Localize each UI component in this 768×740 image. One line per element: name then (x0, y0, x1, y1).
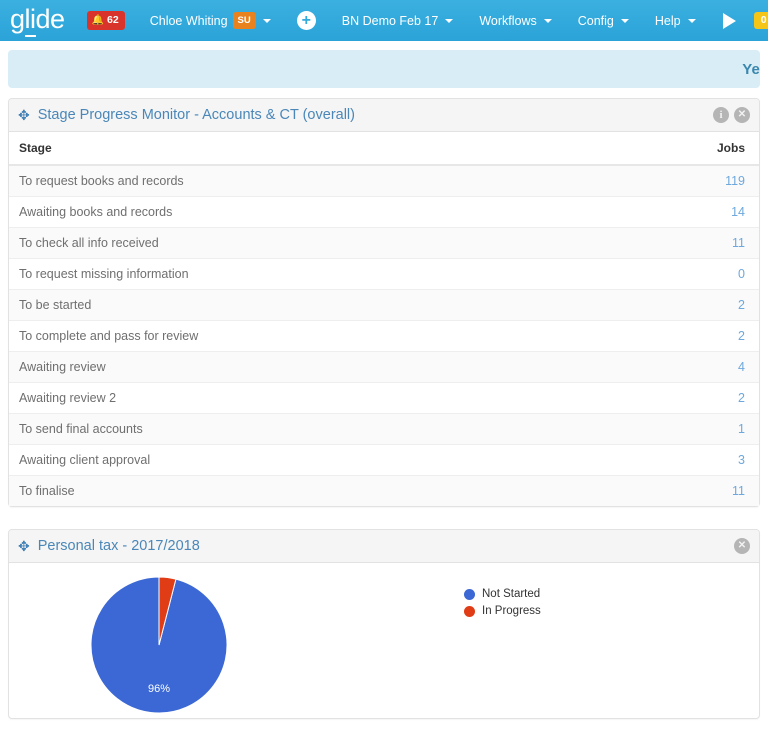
play-icon[interactable] (722, 12, 736, 29)
column-header-jobs[interactable]: Jobs (603, 132, 759, 166)
stage-progress-panel: ✥ Stage Progress Monitor - Accounts & CT… (8, 98, 760, 507)
stage-panel-header: ✥ Stage Progress Monitor - Accounts & CT… (9, 99, 759, 132)
info-circle-icon[interactable]: i (713, 107, 729, 123)
config-menu[interactable]: Config (565, 0, 642, 41)
workflows-menu[interactable]: Workflows (466, 0, 564, 41)
chevron-down-icon (543, 18, 552, 23)
table-row[interactable]: Awaiting review 22 (9, 382, 759, 414)
workflows-label: Workflows (479, 13, 537, 28)
cell-stage: To request books and records (9, 164, 604, 197)
table-row[interactable]: To be started 2 (9, 289, 759, 321)
legend-label: Not Started (482, 588, 541, 600)
cell-jobs-count[interactable]: 2 (603, 289, 759, 321)
chevron-down-icon (262, 18, 271, 23)
cell-jobs-count[interactable]: 2 (603, 382, 759, 414)
cell-jobs-count[interactable]: 14 (603, 196, 759, 228)
user-menu[interactable]: Chloe Whiting SU (137, 0, 284, 41)
table-row[interactable]: To complete and pass for review 2 (9, 320, 759, 352)
legend-item-not-started[interactable]: Not Started (464, 588, 541, 600)
legend-label: In Progress (482, 605, 541, 617)
stage-progress-table: Stage Jobs To request books and records 1… (9, 132, 759, 506)
logo-text-part2: li (24, 4, 36, 37)
user-role-badge: SU (232, 12, 256, 29)
chevron-down-icon (687, 18, 696, 23)
cell-stage: To check all info received (9, 227, 604, 259)
close-circle-icon[interactable]: ✕ (734, 107, 750, 123)
personal-tax-panel: ✥ Personal tax - 2017/2018 ✕ 96% Not Sta… (8, 529, 760, 719)
stage-panel-header-icons: i ✕ (713, 107, 750, 123)
client-name-label: BN Demo Feb 17 (341, 13, 439, 28)
pie-slice-label: 96% (148, 683, 170, 695)
help-label: Help (654, 13, 681, 28)
cell-jobs-count[interactable]: 11 (603, 475, 759, 506)
logo-text-part1: g (10, 4, 25, 34)
table-row[interactable]: To check all info received 11 (9, 227, 759, 259)
pie-chart-legend: Not Started In Progress (464, 588, 541, 617)
table-row[interactable]: To request missing information 0 (9, 258, 759, 290)
table-header-row: Stage Jobs (9, 132, 759, 166)
cell-jobs-count[interactable]: 2 (603, 320, 759, 352)
legend-item-in-progress[interactable]: In Progress (464, 605, 541, 617)
table-row[interactable]: Awaiting books and records 14 (9, 196, 759, 228)
alert-text: Year (742, 60, 760, 78)
table-row[interactable]: To finalise 11 (9, 475, 759, 506)
table-row[interactable]: Awaiting client approval 3 (9, 444, 759, 476)
plus-circle-icon[interactable]: + (296, 11, 316, 30)
chart-panel-header: ✥ Personal tax - 2017/2018 ✕ (9, 530, 759, 563)
year-alert-bar: Year (8, 50, 760, 88)
pie-chart-holder: 96% (9, 575, 309, 714)
bell-icon: 🔔 (91, 14, 105, 26)
cell-stage: Awaiting books and records (9, 196, 604, 228)
table-row[interactable]: To request books and records 119 (9, 164, 759, 197)
cell-stage: To finalise (9, 475, 604, 506)
pie-chart[interactable]: 96% (90, 575, 228, 714)
cell-jobs-count[interactable]: 119 (603, 164, 759, 197)
cell-jobs-count[interactable]: 3 (603, 444, 759, 476)
help-menu[interactable]: Help (642, 0, 709, 41)
cell-stage: Awaiting client approval (9, 444, 604, 476)
cell-stage: To request missing information (9, 258, 604, 290)
legend-color-swatch (464, 605, 475, 617)
close-circle-icon[interactable]: ✕ (734, 538, 750, 554)
notification-count: 62 (107, 14, 119, 26)
user-name-label: Chloe Whiting (149, 13, 228, 28)
alert-bar-wrapper: Year (0, 41, 768, 88)
cell-stage: To send final accounts (9, 413, 604, 445)
chart-panel-title: Personal tax - 2017/2018 (37, 538, 200, 554)
logo-text-part3: de (35, 4, 66, 34)
cell-stage: To complete and pass for review (9, 320, 604, 352)
cell-jobs-count[interactable]: 1 (603, 413, 759, 445)
chart-panel-header-icons: ✕ (734, 538, 750, 554)
move-icon[interactable]: ✥ (18, 539, 30, 553)
chevron-down-icon (445, 18, 454, 23)
notification-badge: 🔔 62 (86, 11, 125, 30)
run-button[interactable] (709, 0, 746, 41)
table-row[interactable]: To send final accounts 1 (9, 413, 759, 445)
counter-yellow[interactable]: 0 (753, 12, 768, 29)
table-header: Stage Jobs (9, 132, 759, 166)
cell-jobs-count[interactable]: 11 (603, 227, 759, 259)
cell-stage: Awaiting review (9, 351, 604, 383)
pie-chart-body: 96% Not Started In Progress (9, 563, 759, 718)
cell-stage: Awaiting review 2 (9, 382, 604, 414)
cell-jobs-count[interactable]: 4 (603, 351, 759, 383)
stage-panel-title: Stage Progress Monitor - Accounts & CT (… (37, 107, 355, 123)
column-header-stage[interactable]: Stage (9, 132, 604, 166)
client-menu[interactable]: BN Demo Feb 17 (329, 0, 467, 41)
move-icon[interactable]: ✥ (18, 108, 30, 122)
cell-stage: To be started (9, 289, 604, 321)
legend-color-swatch (464, 588, 475, 600)
table-row[interactable]: Awaiting review 4 (9, 351, 759, 383)
chevron-down-icon (620, 18, 629, 23)
cell-jobs-count[interactable]: 0 (603, 258, 759, 290)
top-navbar: glide 🔔 62 Chloe Whiting SU + BN Demo Fe… (0, 0, 768, 41)
add-button[interactable]: + (284, 0, 329, 41)
glide-logo[interactable]: glide (10, 4, 66, 37)
table-body: To request books and records 119 Awaiting … (9, 164, 759, 506)
config-label: Config (577, 13, 614, 28)
counter-badges: 0 0 119 (746, 12, 768, 29)
notifications-button[interactable]: 🔔 62 (86, 0, 137, 41)
